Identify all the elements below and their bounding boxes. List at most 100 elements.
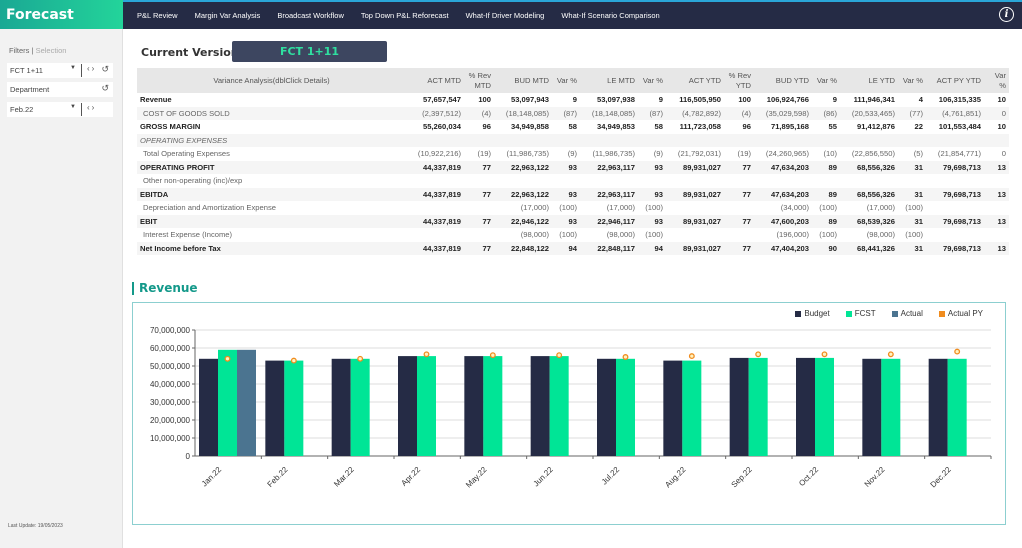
column-header[interactable]: Var % bbox=[898, 68, 926, 93]
info-icon[interactable]: i bbox=[999, 7, 1014, 22]
cell-value: (34,000) bbox=[780, 203, 809, 213]
column-header-label[interactable]: Variance Analysis(dblClick Details) bbox=[137, 68, 406, 93]
cell-value bbox=[406, 133, 464, 147]
selection-tab[interactable]: Selection bbox=[36, 46, 67, 55]
cell-value: (100) bbox=[559, 230, 577, 240]
cell-value: 22,946,117 bbox=[580, 214, 638, 228]
table-row[interactable]: Revenue 57,657,547 100 53,097,943 9 53,097,93… bbox=[137, 93, 1009, 107]
table-row[interactable]: OPERATING PROFIT 44,337,819 77 22,963,122 93… bbox=[137, 160, 1009, 174]
cell-value: 53,097,943 bbox=[510, 95, 549, 105]
cell-value bbox=[898, 133, 926, 147]
prev-next-arrows-icon[interactable]: ‹› bbox=[87, 103, 96, 112]
reset-icon[interactable]: ↺ bbox=[101, 64, 109, 75]
table-row[interactable]: OPERATING EXPENSES bbox=[137, 133, 1009, 147]
top-bar: Forecast P&L Review Margin Var Analysis … bbox=[0, 0, 1022, 29]
chevron-down-icon[interactable]: ▼ bbox=[70, 104, 76, 110]
nav-what-if-driver-modeling[interactable]: What-If Driver Modeling bbox=[466, 11, 545, 20]
column-header[interactable]: LE MTD bbox=[580, 68, 638, 93]
nav-pl-review[interactable]: P&L Review bbox=[137, 11, 178, 20]
cell-value: 79,698,713 bbox=[926, 241, 984, 255]
nav-margin-var-analysis[interactable]: Margin Var Analysis bbox=[195, 11, 261, 20]
column-header[interactable]: Var % bbox=[638, 68, 666, 93]
cell-value bbox=[494, 174, 552, 188]
cell-value bbox=[580, 174, 638, 188]
column-header[interactable]: ACT PY YTD bbox=[926, 68, 984, 93]
x-tick-label: Jul.22 bbox=[600, 465, 622, 487]
cell-value: 22,963,122 bbox=[494, 187, 552, 201]
column-header[interactable]: BUD YTD bbox=[754, 68, 812, 93]
table-row[interactable]: Other non-operating (inc)/exp bbox=[137, 174, 1009, 188]
y-tick-label: 10,000,000 bbox=[150, 434, 191, 443]
legend-item-budget[interactable]: Budget bbox=[795, 309, 830, 318]
table-row[interactable]: Depreciation and Amortization Expense (17… bbox=[137, 201, 1009, 215]
nav-broadcast-workflow[interactable]: Broadcast Workflow bbox=[277, 11, 344, 20]
cell-value: (22,856,550) bbox=[851, 149, 895, 159]
column-header[interactable]: ACT MTD bbox=[406, 68, 464, 93]
bar-fcst bbox=[616, 358, 635, 456]
legend-item-actual[interactable]: Actual bbox=[891, 309, 923, 318]
revenue-chart: Budget FCST Actual Actual PY 0 10,000,000 20,… bbox=[132, 302, 1006, 525]
cell-value: 89,931,027 bbox=[666, 241, 724, 255]
cell-value bbox=[464, 228, 494, 242]
cell-value: (98,000) bbox=[606, 230, 635, 240]
column-header[interactable]: Var % bbox=[984, 68, 1009, 93]
table-row[interactable]: EBIT 44,337,819 77 22,946,122 93 22,946,117 93… bbox=[137, 214, 1009, 228]
filters-tab[interactable]: Filters bbox=[9, 46, 29, 55]
x-tick-label: May.22 bbox=[464, 465, 489, 490]
bar-fcst bbox=[748, 357, 768, 456]
cell-value bbox=[724, 174, 754, 188]
reset-icon[interactable]: ↺ bbox=[101, 83, 109, 94]
column-header[interactable]: % Rev YTD bbox=[724, 68, 754, 93]
prev-next-arrows-icon[interactable]: ‹› bbox=[87, 64, 96, 73]
column-header[interactable]: Var % bbox=[552, 68, 580, 93]
cell-value: (17,000) bbox=[866, 203, 895, 213]
legend-swatch bbox=[891, 310, 898, 317]
table-row[interactable]: GROSS MARGIN 55,260,034 96 34,949,858 58 34,9… bbox=[137, 120, 1009, 134]
x-tick-label: Aug.22 bbox=[663, 465, 688, 490]
bar-fcst bbox=[218, 349, 237, 456]
cell-value: (35,029,598) bbox=[754, 106, 812, 120]
bar-budget bbox=[597, 358, 616, 456]
cell-value: (17,000) bbox=[520, 203, 549, 213]
cell-value: 10 bbox=[997, 95, 1006, 105]
column-header[interactable]: LE YTD bbox=[840, 68, 898, 93]
cell-value bbox=[984, 228, 1009, 242]
period-select[interactable]: Feb.22 ▼ ‹› bbox=[7, 102, 113, 117]
table-row[interactable]: Total Operating Expenses (10,922,216) (19)… bbox=[137, 147, 1009, 161]
table-row[interactable]: Interest Expense (Income) (98,000) (100) (9… bbox=[137, 228, 1009, 242]
legend-item-actual-py[interactable]: Actual PY bbox=[938, 309, 983, 318]
version-select[interactable]: FCT 1+11 ▼ ‹› ↺ bbox=[7, 63, 113, 78]
bar-fcst bbox=[947, 358, 967, 456]
column-header[interactable]: % Rev MTD bbox=[464, 68, 494, 93]
cell-value: 68,556,326 bbox=[840, 187, 898, 201]
cell-value bbox=[926, 228, 984, 242]
nav-top-down-reforecast[interactable]: Top Down P&L Reforecast bbox=[361, 11, 449, 20]
row-label: EBITDA bbox=[137, 187, 406, 201]
nav-what-if-scenario-comparison[interactable]: What-If Scenario Comparison bbox=[561, 11, 659, 20]
revenue-chart-svg: 0 10,000,000 20,000,000 30,000,000 40,000,00… bbox=[150, 326, 992, 490]
cell-value: 0 bbox=[1001, 149, 1006, 159]
cell-value: 47,600,203 bbox=[754, 214, 812, 228]
cell-value: (196,000) bbox=[776, 230, 809, 240]
column-header[interactable]: ACT YTD bbox=[666, 68, 724, 93]
cell-value: 93 bbox=[638, 214, 666, 228]
cell-value: 77 bbox=[724, 241, 754, 255]
cell-value: (21,792,031) bbox=[677, 149, 721, 159]
department-filter[interactable]: Department ↺ bbox=[7, 82, 113, 97]
table-row[interactable]: COST OF GOODS SOLD (2,397,512) (4) (18,148,… bbox=[137, 106, 1009, 120]
table-row[interactable]: Net Income before Tax 44,337,819 77 22,848,… bbox=[137, 241, 1009, 255]
column-header[interactable]: Var % bbox=[812, 68, 840, 93]
cell-value bbox=[926, 174, 984, 188]
column-header[interactable]: BUD MTD bbox=[494, 68, 552, 93]
cell-value bbox=[666, 201, 724, 215]
cell-value: 47,634,203 bbox=[754, 160, 812, 174]
cell-value: (100) bbox=[819, 203, 837, 213]
cell-value bbox=[666, 174, 724, 188]
cell-value bbox=[406, 174, 464, 188]
cell-value bbox=[812, 174, 840, 188]
chevron-down-icon[interactable]: ▼ bbox=[70, 65, 76, 71]
cell-value bbox=[552, 174, 580, 188]
legend-item-fcst[interactable]: FCST bbox=[845, 309, 876, 318]
table-row[interactable]: EBITDA 44,337,819 77 22,963,122 93 22,963,117… bbox=[137, 187, 1009, 201]
cell-value bbox=[724, 201, 754, 215]
